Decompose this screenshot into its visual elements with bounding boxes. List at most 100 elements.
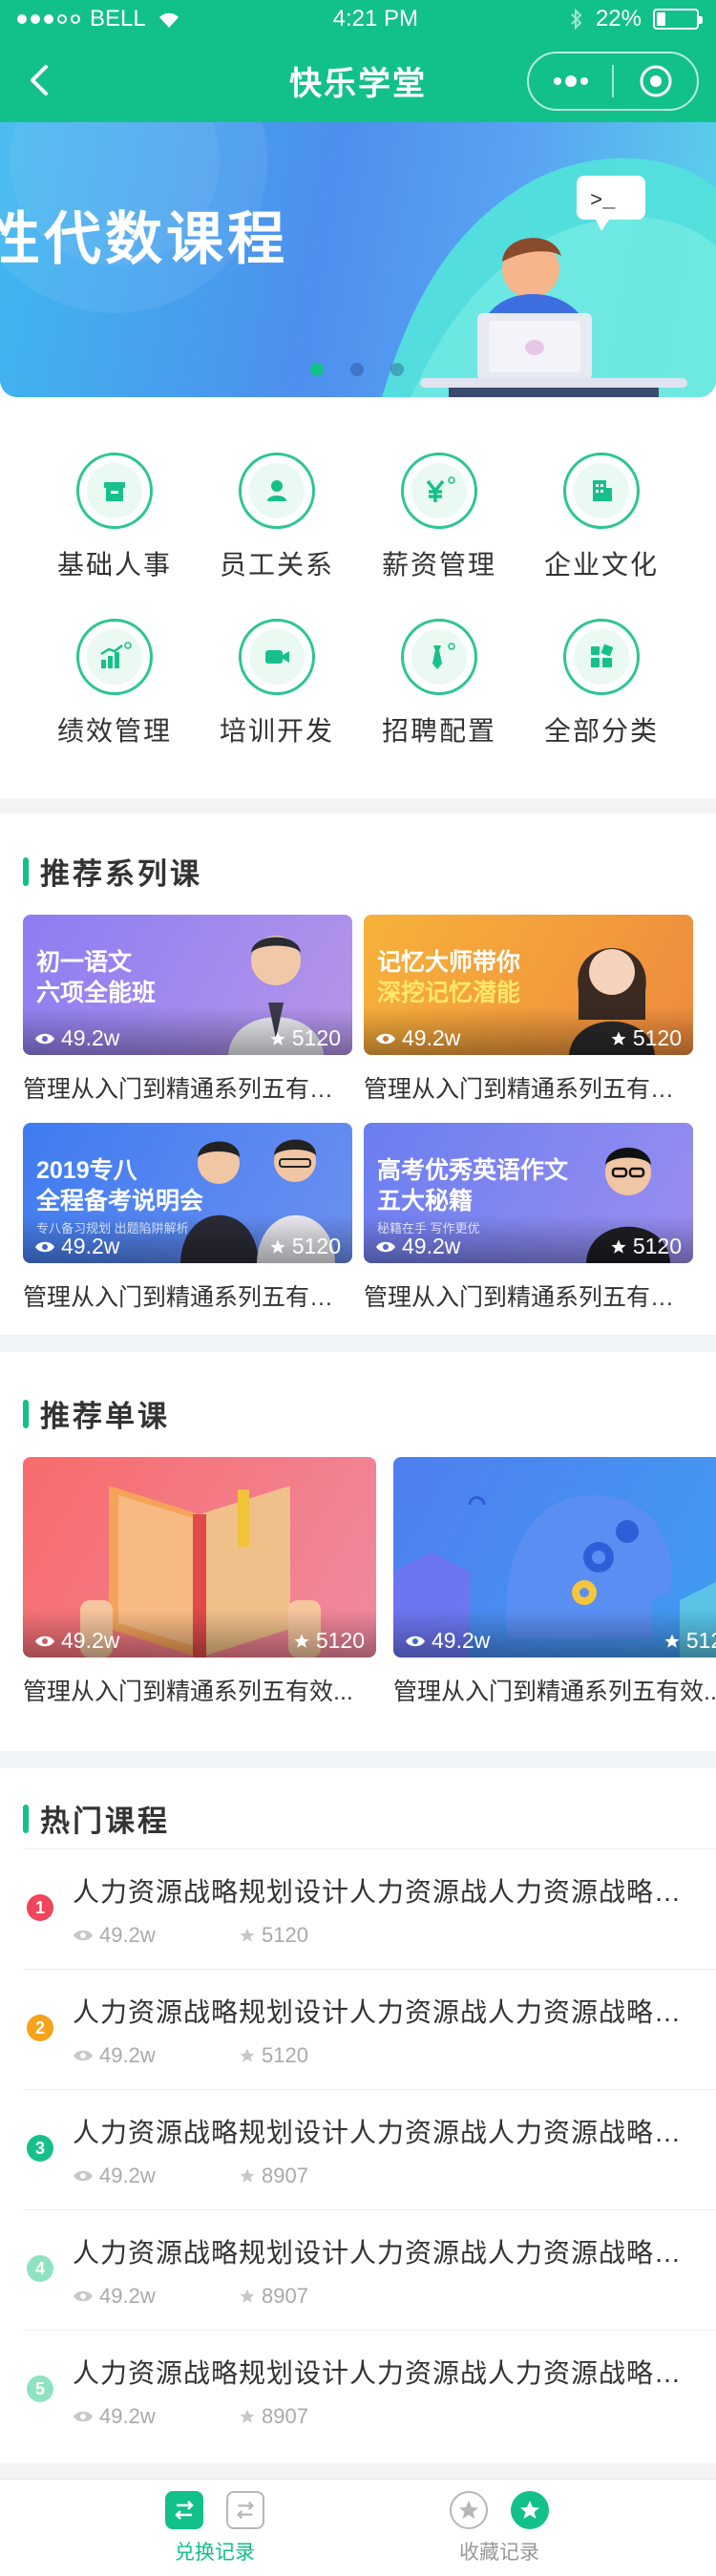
section-title: 热门课程 (23, 1797, 170, 1840)
tab-exchange-records[interactable]: 兑换记录 (110, 2480, 320, 2576)
eye-icon (35, 1636, 54, 1646)
series-card-caption: 管理从入门到精通系列五有效... (364, 1284, 693, 1311)
banner-image: >_ 性代数课程 (0, 122, 716, 397)
rank-badge: 4 (27, 2255, 53, 2282)
rating-count: 5120 (632, 1025, 682, 1050)
signal-icon (17, 14, 80, 24)
recommended-singles-section: 推荐单课 49.2w 5120 管理从入门到精通系列五有效... 49.2w 5… (0, 1352, 716, 1751)
grid-icon (563, 619, 640, 695)
eye-icon (376, 1033, 395, 1044)
hot-course-row[interactable]: 1 人力资源战略规划设计人力资源战人力资源战略规划 49.2w 5120 (0, 1848, 716, 1969)
banner-dot-1[interactable] (310, 363, 324, 376)
view-count: 49.2w (402, 1025, 461, 1050)
back-icon[interactable] (19, 59, 61, 101)
single-course-card[interactable]: 49.2w 5120 管理从入门到精通系列五有效... (23, 1457, 376, 1707)
series-card[interactable]: 2019专八 全程备考说明会 专八备习规划 出题陷阱解析 49.2w 5120 管… (23, 1123, 352, 1313)
banner-pagination (310, 363, 404, 376)
category-label: 招聘配置 (381, 716, 496, 746)
rank-badge: 2 (27, 2015, 53, 2041)
category-label: 薪资管理 (381, 550, 496, 580)
hot-course-title: 人力资源战略规划设计人力资源战人力资源战略规划 (73, 1997, 684, 2027)
hot-course-stats: 49.2w 8907 (73, 2404, 405, 2429)
eye-icon (74, 2050, 93, 2061)
view-count: 49.2w (99, 2404, 156, 2428)
single-course-caption: 管理从入门到精通系列五有效... (393, 1679, 716, 1705)
view-count: 49.2w (99, 2164, 156, 2187)
star-icon (294, 1634, 309, 1648)
eye-icon (74, 2291, 93, 2302)
category-basic-hr[interactable]: 基础人事 (33, 453, 196, 582)
view-count: 49.2w (99, 1923, 156, 1947)
section-title: 推荐单课 (23, 1392, 170, 1435)
rating-count: 5120 (685, 1628, 716, 1653)
category-culture[interactable]: 企业文化 (520, 453, 683, 582)
star-icon (240, 2409, 255, 2423)
single-course-caption: 管理从入门到精通系列五有效... (23, 1679, 353, 1705)
hot-course-stats: 49.2w 8907 (73, 2284, 405, 2309)
more-dots-icon (553, 75, 588, 87)
hot-courses-section: 热门课程 1 人力资源战略规划设计人力资源战人力资源战略规划 49.2w 5120 2 人… (0, 1768, 716, 2463)
rating-count: 5120 (315, 1628, 365, 1653)
more-button[interactable] (529, 53, 612, 109)
star-icon (611, 1031, 626, 1045)
rating-count: 8907 (262, 2284, 308, 2308)
category-label: 绩效管理 (56, 716, 172, 746)
banner-dot-2[interactable] (350, 363, 364, 376)
eye-icon (35, 1033, 54, 1044)
single-course-image: 49.2w 5120 (393, 1457, 716, 1658)
category-all[interactable]: 全部分类 (520, 619, 683, 749)
page-title: 快乐学堂 (289, 65, 427, 102)
series-card[interactable]: 记忆大师带你 深挖记忆潜能 49.2w 5120 管理从入门到精通系列五有效... (364, 915, 693, 1105)
single-course-card[interactable]: 49.2w 5120 管理从入门到精通系列五有效... (393, 1457, 716, 1707)
hot-course-title: 人力资源战略规划设计人力资源战人力资源战略规划 (73, 2118, 684, 2147)
category-recruiting[interactable]: 招聘配置 (358, 619, 520, 749)
single-course-image: 49.2w 5120 (23, 1457, 376, 1658)
banner[interactable]: >_ 性代数课程 (0, 122, 716, 399)
rating-count: 5120 (262, 2043, 308, 2067)
category-employee-relations[interactable]: 员工关系 (196, 453, 358, 582)
tab-favorites[interactable]: 收藏记录 (394, 2480, 604, 2576)
view-count: 49.2w (402, 1234, 461, 1258)
wifi-icon (158, 12, 179, 28)
status-left: BELL (17, 6, 182, 32)
chart-icon (76, 619, 153, 695)
yen-icon (401, 453, 477, 529)
hot-course-row[interactable]: 3 人力资源战略规划设计人力资源战人力资源战略规划 49.2w 8907 (0, 2089, 716, 2209)
person-icon (239, 453, 315, 529)
eye-icon (74, 1930, 93, 1941)
series-card-caption: 管理从入门到精通系列五有效... (23, 1284, 352, 1311)
exchange-icon (165, 2491, 203, 2529)
series-card-title: 2019专八 全程备考说明会 (36, 1157, 204, 1214)
hot-course-row[interactable]: 2 人力资源战略规划设计人力资源战人力资源战略规划 49.2w 5120 (0, 1969, 716, 2089)
battery-icon (653, 9, 703, 30)
category-grid: 基础人事 员工关系 薪资管理 企业文化 绩效管理 培训开发 招聘配置 全部分类 (0, 399, 716, 798)
rating-count: 5120 (291, 1025, 341, 1050)
category-payroll[interactable]: 薪资管理 (358, 453, 520, 582)
archive-icon (76, 453, 153, 529)
bluetooth-icon (571, 8, 582, 31)
header: BELL 4:21 PM 22% 快乐学堂 (0, 0, 716, 122)
category-label: 基础人事 (56, 550, 172, 580)
battery-percent: 22% (595, 6, 642, 32)
series-card[interactable]: 高考优秀英语作文 五大秘籍 秘籍在手 写作更优 49.2w 5120 管理从入门到… (364, 1123, 693, 1313)
hot-course-stats: 49.2w 5120 (73, 1923, 405, 1948)
star-icon (240, 2048, 255, 2062)
category-label: 全部分类 (543, 716, 659, 746)
view-count: 49.2w (61, 1025, 120, 1050)
category-label: 员工关系 (219, 550, 334, 580)
series-card-title: 初一语文 六项全能班 (36, 949, 157, 1006)
banner-dot-3[interactable] (390, 363, 404, 376)
mini-program-capsule (527, 52, 699, 111)
category-performance[interactable]: 绩效管理 (33, 619, 196, 749)
target-icon (640, 65, 671, 97)
exchange-outline-icon (226, 2491, 264, 2529)
single-course-stats: 49.2w 5120 (34, 1628, 365, 1654)
series-card-image: 2019专八 全程备考说明会 专八备习规划 出题陷阱解析 49.2w 5120 (23, 1123, 352, 1263)
hot-course-row[interactable]: 5 人力资源战略规划设计人力资源战人力资源战略规划 49.2w 8907 (0, 2330, 716, 2450)
close-mini-program-button[interactable] (614, 53, 697, 109)
category-training[interactable]: 培训开发 (196, 619, 358, 749)
hot-course-row[interactable]: 4 人力资源战略规划设计人力资源战人力资源战略规划 49.2w 8907 (0, 2209, 716, 2330)
series-card[interactable]: 初一语文 六项全能班 49.2w 5120 管理从入门到精通系列五有效... (23, 915, 352, 1105)
banner-terminal-prompt: >_ (590, 189, 616, 213)
eye-icon (35, 1241, 54, 1252)
